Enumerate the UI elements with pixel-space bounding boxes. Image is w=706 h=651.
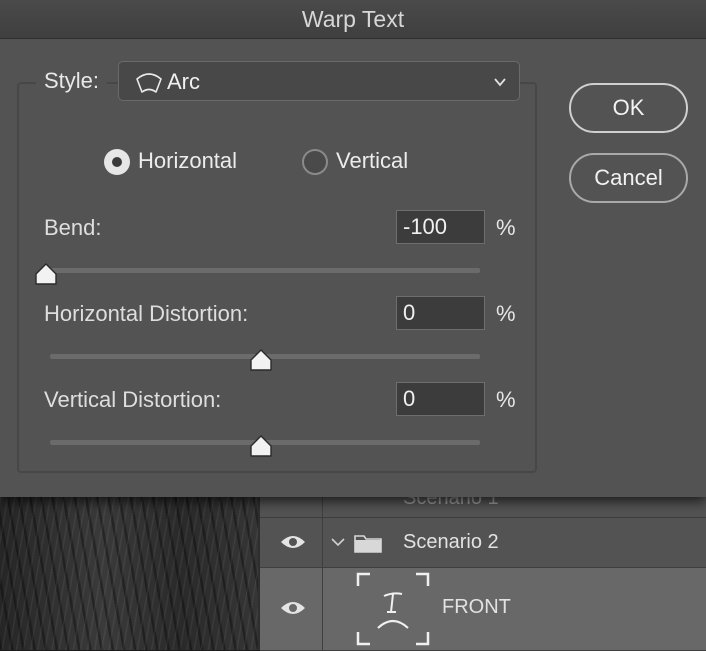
horizontal-distortion-input[interactable]: 0 (396, 296, 485, 330)
layer-name: FRONT (442, 596, 511, 618)
vertical-distortion-unit: % (496, 387, 516, 412)
vertical-distortion-input[interactable]: 0 (396, 382, 485, 416)
radio-horizontal-label: Horizontal (138, 148, 238, 173)
slider-knob-icon[interactable] (249, 348, 273, 372)
slider-knob-icon[interactable] (34, 262, 58, 286)
layer-row-scenario-2[interactable]: Scenario 2 (260, 518, 706, 568)
dialog-titlebar[interactable]: Warp Text (0, 0, 706, 39)
style-label: Style: (36, 68, 108, 94)
style-dropdown[interactable]: Arc (118, 61, 520, 101)
radio-vertical-label: Vertical (336, 148, 409, 173)
chevron-down-icon[interactable] (330, 534, 346, 550)
eye-icon[interactable] (280, 600, 306, 616)
warped-text-layer-thumbnail-icon (356, 572, 430, 646)
ok-button[interactable]: OK (569, 83, 688, 133)
bend-unit: % (496, 215, 516, 240)
visibility-cell[interactable] (260, 518, 323, 567)
layer-name: Scenario 2 (403, 531, 499, 553)
cancel-button[interactable]: Cancel (569, 153, 688, 203)
warp-text-dialog: Warp Text Style: Arc Horizontal Vertical… (0, 0, 706, 497)
vertical-distortion-label: Vertical Distortion: (44, 387, 222, 412)
style-value: Arc (167, 69, 200, 94)
layers-panel: Scenario 1 Scenario 2 FRONT (258, 477, 706, 651)
radio-selected-icon[interactable] (104, 149, 130, 175)
bend-label: Bend: (44, 215, 102, 240)
arc-warp-icon (136, 73, 162, 93)
horizontal-distortion-slider-track[interactable] (50, 349, 480, 371)
canvas-wood-texture (0, 497, 258, 650)
horizontal-distortion-label: Horizontal Distortion: (44, 301, 249, 326)
layer-row-front[interactable]: FRONT (260, 568, 706, 651)
chevron-down-icon (494, 78, 506, 87)
bend-slider-track[interactable] (35, 263, 480, 285)
eye-icon[interactable] (280, 534, 306, 550)
slider-knob-icon[interactable] (249, 434, 273, 458)
vertical-distortion-slider-track[interactable] (50, 435, 480, 457)
bend-input[interactable]: -100 (396, 210, 485, 244)
horizontal-distortion-unit: % (496, 301, 516, 326)
folder-icon (354, 535, 382, 553)
radio-unselected-icon[interactable] (302, 149, 328, 175)
dialog-title: Warp Text (301, 6, 405, 32)
visibility-cell[interactable] (260, 568, 323, 650)
